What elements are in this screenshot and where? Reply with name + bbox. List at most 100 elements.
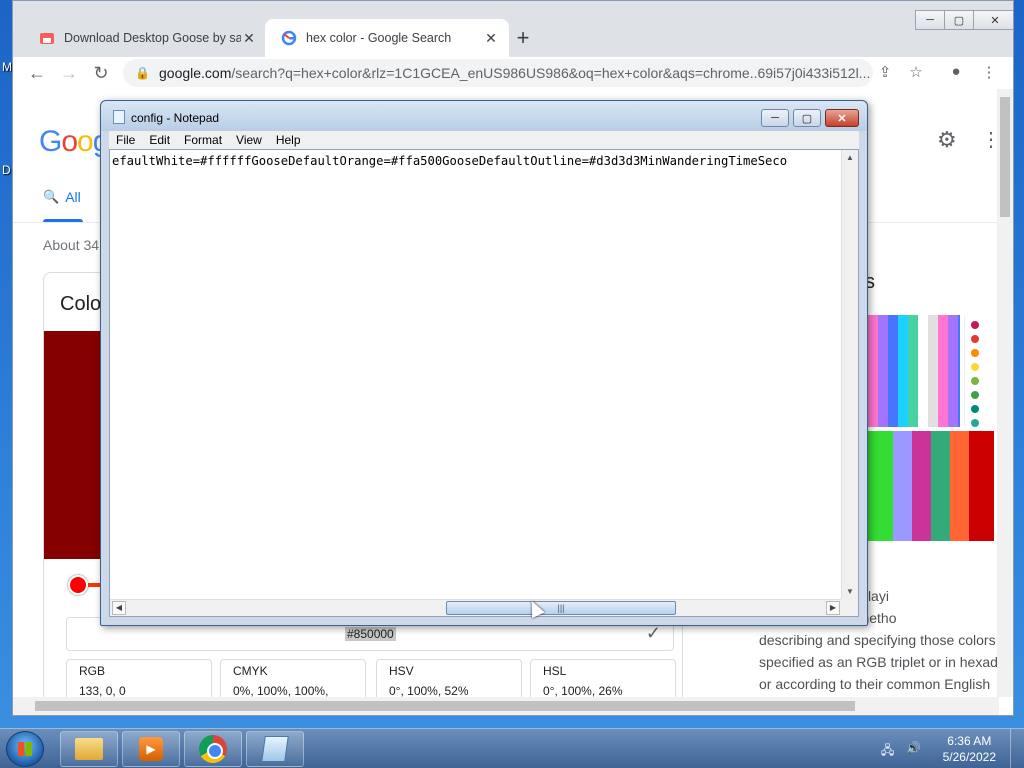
forward-icon[interactable]: → <box>57 61 81 85</box>
snippet-line: or according to their common English <box>759 676 991 692</box>
reload-icon[interactable]: ↻ <box>89 61 113 85</box>
menu-file[interactable]: File <box>109 131 142 149</box>
menu-format[interactable]: Format <box>177 131 229 149</box>
volume-icon[interactable]: 🔊 <box>905 741 923 757</box>
notepad-icon <box>261 736 289 762</box>
cmyk-value: 0%, 100%, 100%, 48% <box>233 684 329 697</box>
tab-title: Download Desktop Goose by sam <box>64 31 241 45</box>
desktop-icon-label[interactable]: M <box>2 60 12 74</box>
show-desktop-button[interactable] <box>1010 729 1024 768</box>
taskbar-explorer[interactable] <box>60 731 118 767</box>
taskbar: ▶ 🖧 🔊 6:36 AM 5/26/2022 <box>0 728 1024 768</box>
profile-icon[interactable]: ● <box>946 63 966 83</box>
notepad-icon <box>113 110 125 124</box>
url-domain: google.com <box>159 65 232 81</box>
tab-all[interactable]: 🔍 All <box>43 189 81 205</box>
notepad-text-area[interactable]: efaultWhite=#ffffffGooseDefaultOrange=#f… <box>109 149 859 617</box>
back-icon[interactable]: ← <box>25 61 49 85</box>
minimize-icon[interactable]: ─ <box>915 10 945 30</box>
scroll-down-icon[interactable]: ▼ <box>842 584 858 600</box>
image-result[interactable] <box>964 315 994 441</box>
network-icon[interactable]: 🖧 <box>879 741 897 757</box>
hue-slider-handle[interactable] <box>68 575 88 595</box>
image-result[interactable] <box>868 315 960 427</box>
hsv-value: 0°, 100%, 52% <box>389 684 469 697</box>
color-card-title: Colo <box>60 293 102 315</box>
notepad-titlebar[interactable]: config - Notepad ─ ▢ ✕ <box>101 101 867 131</box>
windows-logo-icon <box>18 742 32 756</box>
new-tab-icon[interactable]: + <box>513 25 533 51</box>
hsl-box[interactable]: HSL 0°, 100%, 26% <box>530 659 676 697</box>
system-tray: 🖧 🔊 6:36 AM 5/26/2022 <box>879 729 1024 768</box>
tab-hex-color[interactable]: hex color - Google Search ✕ <box>265 19 509 57</box>
settings-gear-icon[interactable]: ⚙ <box>937 127 957 153</box>
snippet-line: specified as an RGB triplet or in hexad <box>759 654 998 670</box>
desktop-icon-label[interactable]: D <box>2 163 11 177</box>
share-icon[interactable]: ⇪ <box>875 63 895 83</box>
close-tab-icon[interactable]: ✕ <box>241 30 257 47</box>
hsl-value: 0°, 100%, 26% <box>543 684 623 697</box>
window-controls: ─ ▢ ✕ <box>915 10 1013 30</box>
tab-title: hex color - Google Search <box>306 31 452 45</box>
lock-icon: 🔒 <box>135 66 150 80</box>
menu-edit[interactable]: Edit <box>142 131 177 149</box>
menu-view[interactable]: View <box>229 131 269 149</box>
notepad-window: config - Notepad ─ ▢ ✕ File Edit Format … <box>100 100 868 626</box>
start-button[interactable] <box>6 731 44 767</box>
notepad-vertical-scrollbar[interactable]: ▲ ▼ <box>841 150 858 600</box>
rgb-label: RGB <box>79 664 106 678</box>
taskbar-chrome[interactable] <box>184 731 242 767</box>
notepad-menubar: File Edit Format View Help <box>109 131 859 149</box>
taskbar-media-player[interactable]: ▶ <box>122 731 180 767</box>
result-stats: About 34 <box>43 237 100 253</box>
hex-value: #850000 <box>345 627 396 641</box>
media-player-icon: ▶ <box>139 737 163 761</box>
google-logo[interactable]: Goog <box>39 125 109 159</box>
check-icon[interactable]: ✓ <box>646 623 661 644</box>
minimize-icon[interactable]: ─ <box>761 109 789 127</box>
maximize-icon[interactable]: ▢ <box>944 10 974 30</box>
hsl-label: HSL <box>543 664 567 678</box>
image-results <box>868 315 994 541</box>
browser-toolbar: ← → ↻ 🔒 google.com/search?q=hex+color&rl… <box>13 57 1013 89</box>
hsv-label: HSV <box>389 664 414 678</box>
tab-all-label: All <box>65 189 81 205</box>
tab-strip: Download Desktop Goose by sam ✕ hex colo… <box>13 1 1013 57</box>
scroll-left-icon[interactable]: ◀ <box>112 601 126 615</box>
close-icon[interactable]: ✕ <box>825 109 859 127</box>
rgb-value: 133, 0, 0 <box>79 684 126 697</box>
url-path: /search?q=hex+color&rlz=1C1GCEA_enUS986U… <box>231 65 871 81</box>
clock-time: 6:36 AM <box>947 734 992 748</box>
image-result[interactable] <box>868 431 994 541</box>
rgb-box[interactable]: RGB 133, 0, 0 <box>66 659 212 697</box>
close-icon[interactable]: ✕ <box>973 10 1013 30</box>
tab-desktop-goose[interactable]: Download Desktop Goose by sam ✕ <box>23 19 267 57</box>
itch-icon <box>39 30 55 46</box>
horizontal-scroll-thumb[interactable]: ||| <box>446 601 676 615</box>
menu-kebab-icon[interactable]: ⋮ <box>979 63 999 83</box>
notepad-horizontal-scrollbar[interactable]: ◀ ||| ▶ <box>110 599 842 616</box>
chrome-icon <box>199 735 227 763</box>
clock-date: 5/26/2022 <box>942 750 996 764</box>
page-horizontal-scrollbar[interactable] <box>13 697 999 715</box>
cmyk-box[interactable]: CMYK 0%, 100%, 100%, 48% <box>220 659 366 697</box>
menu-help[interactable]: Help <box>269 131 308 149</box>
scroll-up-icon[interactable]: ▲ <box>842 150 858 166</box>
taskbar-notepad[interactable] <box>246 731 304 767</box>
page-vertical-scrollbar[interactable] <box>997 89 1013 697</box>
bookmark-star-icon[interactable]: ☆ <box>906 63 926 83</box>
folder-icon <box>75 738 103 760</box>
search-icon: 🔍 <box>43 189 60 204</box>
notepad-title: config - Notepad <box>131 111 220 125</box>
snippet-line: describing and specifying those colors <box>759 632 996 648</box>
notepad-content: efaultWhite=#ffffffGooseDefaultOrange=#f… <box>112 154 788 168</box>
close-tab-icon[interactable]: ✕ <box>483 30 499 47</box>
cmyk-label: CMYK <box>233 664 268 678</box>
scroll-right-icon[interactable]: ▶ <box>826 601 840 615</box>
google-g-icon <box>281 30 297 46</box>
hsv-box[interactable]: HSV 0°, 100%, 52% <box>376 659 522 697</box>
maximize-icon[interactable]: ▢ <box>793 109 821 127</box>
address-bar[interactable]: 🔒 google.com/search?q=hex+color&rlz=1C1G… <box>123 59 873 87</box>
clock[interactable]: 6:36 AM 5/26/2022 <box>943 733 996 765</box>
scrollbar-corner <box>841 599 858 616</box>
